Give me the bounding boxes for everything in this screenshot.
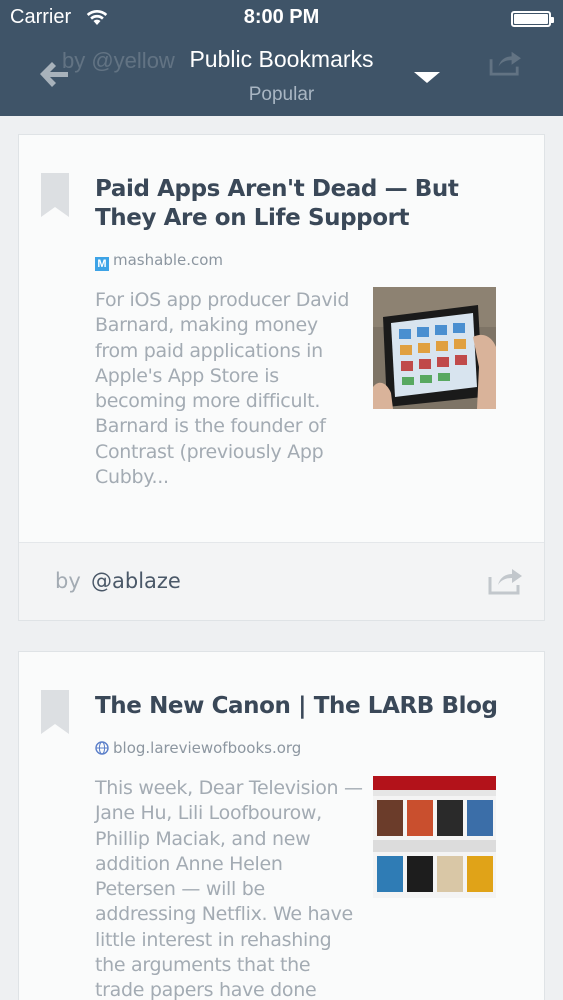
status-bar: Carrier 8:00 PM (0, 0, 563, 36)
page-subtitle[interactable]: Popular (0, 84, 563, 106)
bookmark-source: Mmashable.com (95, 251, 223, 271)
bookmark-title[interactable]: Paid Apps Aren't Dead — But They Are on … (95, 175, 515, 233)
thumbnail-image[interactable] (373, 776, 496, 898)
mashable-m-icon: M (95, 257, 109, 271)
bookmark-source: blog.lareviewofbooks.org (95, 739, 301, 757)
bookmark-icon[interactable] (41, 173, 69, 217)
bookmark-icon[interactable] (41, 690, 69, 734)
bookmark-excerpt: For iOS app producer David Barnard, maki… (95, 289, 350, 489)
thumbnail-image[interactable] (373, 287, 496, 409)
share-icon[interactable] (488, 565, 524, 595)
clock: 8:00 PM (243, 6, 320, 28)
nav-header: Carrier 8:00 PM by @yellow Public Bookma… (0, 0, 563, 116)
source-domain: blog.lareviewofbooks.org (113, 739, 302, 757)
bookmark-card[interactable]: Paid Apps Aren't Dead — But They Are on … (18, 134, 545, 621)
bookmark-excerpt: This week, Dear Television — Jane Hu, Li… (95, 777, 363, 1000)
caret-down-icon[interactable] (414, 72, 440, 83)
page-title[interactable]: Public Bookmarks (0, 46, 563, 73)
by-label: by (55, 569, 81, 593)
bookmark-card[interactable]: The New Canon | The LARB Blog blog.larev… (18, 651, 545, 1000)
card-footer: by @ablaze (19, 542, 544, 620)
share-icon (489, 51, 521, 76)
source-domain: mashable.com (113, 251, 224, 269)
bookmark-title[interactable]: The New Canon | The LARB Blog (95, 692, 515, 721)
globe-icon (95, 741, 109, 755)
battery-icon (511, 11, 554, 27)
author-link[interactable]: @ablaze (91, 569, 181, 593)
